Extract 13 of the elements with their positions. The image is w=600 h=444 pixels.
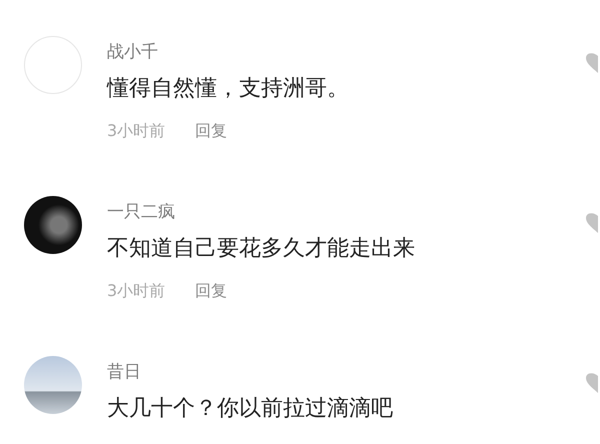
timestamp: 3小时前 [107,280,166,302]
username[interactable]: 战小千 [107,40,584,64]
heart-icon[interactable] [584,372,598,394]
comment-text: 懂得自然懂，支持洲哥。 [107,75,350,103]
reply-link[interactable]: 回复 [195,120,228,142]
username[interactable]: 一只二疯 [107,200,584,224]
username[interactable]: 昔日 [107,360,584,384]
heart-icon[interactable] [584,212,598,234]
timestamp: 3小时前 [107,120,166,142]
reply-link[interactable]: 回复 [195,280,228,302]
comment-text: 不知道自己要花多久才能走出来 [107,235,416,263]
comment-text: 大几十个？你以前拉过滴滴吧 [107,395,394,423]
heart-icon[interactable] [584,52,598,74]
